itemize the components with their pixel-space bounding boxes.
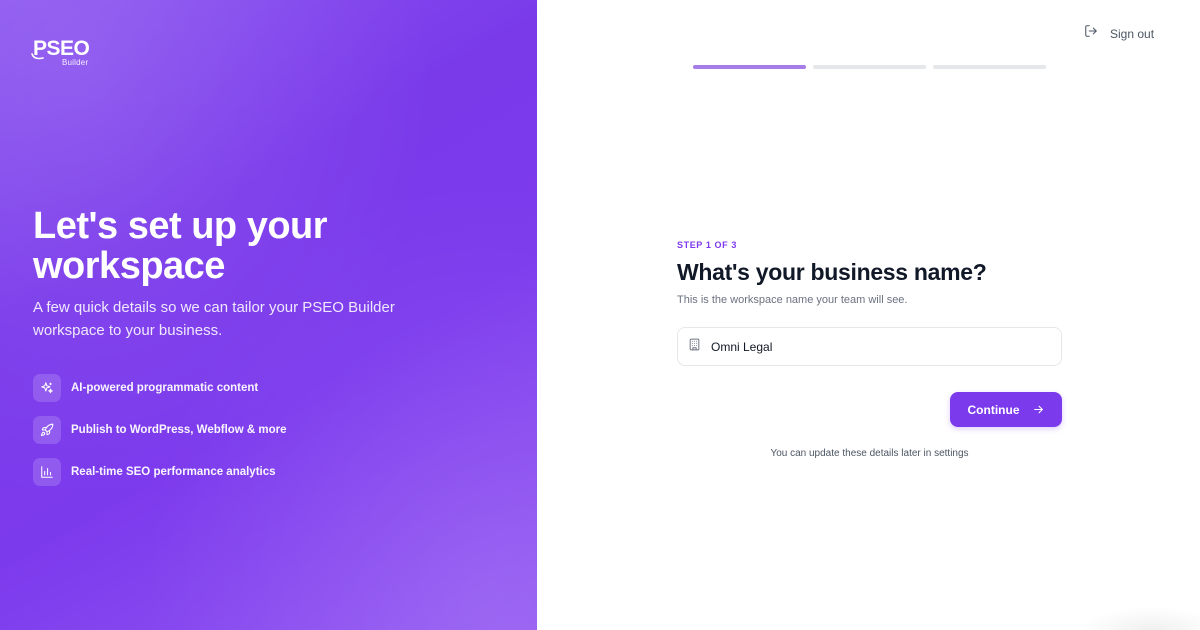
continue-label: Continue: [967, 402, 1020, 417]
building-icon: [688, 338, 701, 356]
step-label: STEP 1 OF 3: [677, 240, 737, 250]
continue-button[interactable]: Continue: [950, 392, 1062, 427]
bar-chart-icon: [33, 458, 61, 486]
logo: PSEO Builder: [31, 38, 90, 67]
feature-label: Real-time SEO performance analytics: [71, 466, 276, 478]
step-progress: [693, 65, 1053, 69]
sign-out-icon: [1084, 24, 1098, 43]
rocket-icon: [33, 416, 61, 444]
progress-step-1: [693, 65, 806, 69]
sign-out-button[interactable]: Sign out: [1084, 24, 1154, 43]
hero-title: Let's set up your workspace: [33, 205, 328, 287]
feature-item: AI-powered programmatic content: [33, 374, 287, 402]
business-name-input[interactable]: [711, 339, 1041, 354]
sign-out-label: Sign out: [1110, 26, 1155, 41]
form-subtitle: This is the workspace name your team wil…: [677, 294, 908, 306]
logo-subtext: Builder: [62, 58, 89, 67]
feature-item: Real-time SEO performance analytics: [33, 458, 287, 486]
sparkles-icon: [33, 374, 61, 402]
logo-swoosh-icon: [31, 53, 44, 60]
arrow-right-icon: [1032, 403, 1045, 416]
progress-step-2: [813, 65, 926, 69]
business-name-field[interactable]: [677, 327, 1062, 366]
branding-panel: PSEO Builder Let's set up your workspace…: [0, 0, 537, 630]
progress-step-3: [933, 65, 1046, 69]
feature-item: Publish to WordPress, Webflow & more: [33, 416, 287, 444]
settings-footnote: You can update these details later in se…: [770, 448, 969, 459]
feature-label: AI-powered programmatic content: [71, 382, 259, 394]
corner-shadow: [1080, 606, 1200, 630]
feature-label: Publish to WordPress, Webflow & more: [71, 424, 287, 436]
feature-list: AI-powered programmatic content Publish …: [33, 374, 287, 500]
hero-subtitle: A few quick details so we can tailor you…: [33, 299, 395, 339]
form-title: What's your business name?: [677, 259, 987, 285]
